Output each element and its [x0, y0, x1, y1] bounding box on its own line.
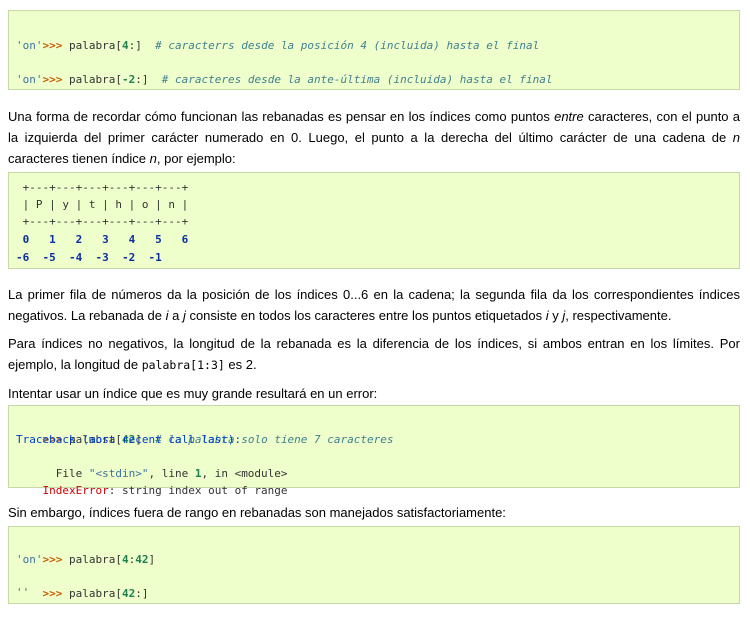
- text: es 2.: [224, 357, 257, 372]
- traceback-line: Traceback (most recent call last):: [16, 433, 242, 446]
- diagram-positive-indices: 0 1 2 3 4 5 6: [16, 233, 189, 246]
- paragraph-slices-explanation: Una forma de recordar cómo funcionan las…: [8, 106, 740, 169]
- code-block-index-diagram: +---+---+---+---+---+---+ | P | y | t | …: [8, 172, 740, 269]
- diagram-border: +---+---+---+---+---+---+: [16, 215, 189, 228]
- number: 4: [121, 553, 129, 566]
- emphasis: n: [732, 130, 740, 145]
- code-text: :]: [128, 39, 156, 52]
- code-text: palabra[: [62, 587, 122, 600]
- code-line: >>> palabra[-2:] # caracteres desde la a…: [16, 54, 553, 105]
- code-text: :]: [135, 587, 149, 600]
- comment: # caracterrs desde la posición 4 (inclui…: [155, 39, 540, 52]
- code-text: :]: [135, 73, 162, 86]
- diagram-negative-indices: -6 -5 -4 -3 -2 -1: [16, 251, 162, 264]
- diagram-border: +---+---+---+---+---+---+: [16, 181, 189, 194]
- text: a: [168, 308, 183, 323]
- text: , respectivamente.: [565, 308, 672, 323]
- code-block-out-of-range: >>> palabra[4:42] 'on' >>> palabra[42:] …: [8, 526, 740, 604]
- emphasis: n: [149, 151, 157, 166]
- paragraph-slice-length: Para índices no negativos, la longitud d…: [8, 333, 740, 376]
- text: , por ejemplo:: [156, 151, 236, 166]
- code-text: palabra[: [62, 553, 122, 566]
- paragraph-index-error: Intentar usar un índice que es muy grand…: [8, 386, 378, 401]
- code-output: '': [16, 586, 30, 599]
- number: -2: [121, 73, 136, 86]
- inline-code: palabra[1:3]: [141, 358, 225, 372]
- code-block-slicing: >>> palabra[4:] # caracterrs desde la po…: [8, 10, 740, 90]
- text: consiste en todos los caracteres entre l…: [185, 308, 546, 323]
- code-text: palabra[: [62, 73, 122, 86]
- text: Una forma de recordar cómo funcionan las…: [8, 109, 555, 124]
- comment: # caracteres desde la ante-última (inclu…: [161, 73, 553, 86]
- diagram-letters: | P | y | t | h | o | n |: [16, 198, 189, 211]
- code-text: palabra[: [62, 39, 122, 52]
- emphasis: entre: [554, 109, 584, 124]
- number: 4: [121, 39, 129, 52]
- number: 42: [135, 553, 149, 566]
- text: y: [548, 308, 563, 323]
- prompt: >>>: [42, 39, 63, 52]
- prompt: >>>: [42, 73, 63, 86]
- text: caracteres tienen índice: [8, 151, 150, 166]
- number: 42: [121, 587, 136, 600]
- code-output: 'on': [16, 553, 43, 566]
- prompt: >>>: [42, 587, 63, 600]
- paragraph-out-of-range-slices: Sin embargo, índices fuera de rango en r…: [8, 505, 506, 520]
- exception-message: : string index out of range: [108, 484, 288, 497]
- text: Para índices no negativos, la longitud d…: [8, 336, 740, 372]
- code-line: >>> palabra[42:]: [16, 568, 149, 619]
- code-block-index-error: >>> palabra[42] # la palabra solo tiene …: [8, 405, 740, 497]
- paragraph-index-rows: La primer fila de números da la posición…: [8, 284, 740, 326]
- exception-name: IndexError: [42, 484, 109, 497]
- code-output: 'on': [16, 39, 43, 52]
- code-output: 'on': [16, 73, 43, 86]
- code-text: ]: [148, 553, 156, 566]
- prompt: >>>: [42, 553, 63, 566]
